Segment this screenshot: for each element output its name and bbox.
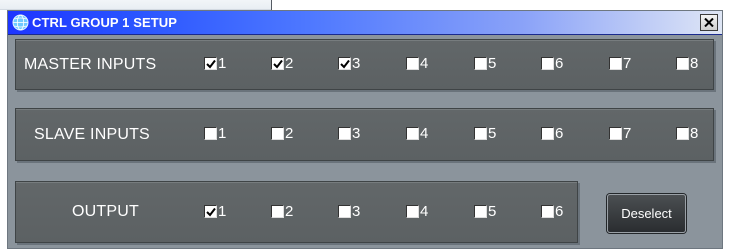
screen: CTRL GROUP 1 SETUP MASTER INPUTS SLAVE I… [0, 0, 731, 249]
output-checkbox-label: 3 [352, 203, 361, 220]
checked-box-icon[interactable] [271, 57, 284, 70]
slave-input-checkbox-label: 8 [690, 125, 699, 142]
unchecked-box-icon[interactable] [271, 127, 284, 140]
output-checkbox-label: 6 [555, 203, 564, 220]
slave-input-checkbox-label: 3 [352, 125, 361, 142]
unchecked-box-icon[interactable] [541, 57, 554, 70]
master-input-checkbox-3[interactable]: 3 [338, 55, 360, 72]
master-input-checkbox-5[interactable]: 5 [474, 55, 496, 72]
unchecked-box-icon[interactable] [406, 57, 419, 70]
unchecked-box-icon[interactable] [474, 127, 487, 140]
output-checkbox-6[interactable]: 6 [541, 203, 563, 220]
slave-input-checkbox-1[interactable]: 1 [204, 125, 226, 142]
master-input-checkbox-7[interactable]: 7 [609, 55, 631, 72]
master-input-checkbox-label: 5 [488, 55, 497, 72]
master-input-checkbox-label: 3 [352, 55, 361, 72]
master-input-checkbox-label: 2 [285, 55, 294, 72]
unchecked-box-icon[interactable] [338, 127, 351, 140]
unchecked-box-icon[interactable] [541, 205, 554, 218]
master-input-checkbox-8[interactable]: 8 [676, 55, 698, 72]
output-checkbox-1[interactable]: 1 [204, 203, 226, 220]
master-input-checkbox-label: 7 [623, 55, 632, 72]
unchecked-box-icon[interactable] [406, 127, 419, 140]
close-x-icon [704, 18, 714, 27]
title-bar[interactable]: CTRL GROUP 1 SETUP [8, 11, 722, 35]
slave-input-checkbox-3[interactable]: 3 [338, 125, 360, 142]
slave-input-checkbox-label: 6 [555, 125, 564, 142]
output-checkbox-label: 2 [285, 203, 294, 220]
slave-input-checkbox-label: 7 [623, 125, 632, 142]
slave-input-checkbox-2[interactable]: 2 [271, 125, 293, 142]
slave-input-checkbox-5[interactable]: 5 [474, 125, 496, 142]
slave-input-checkbox-label: 4 [420, 125, 429, 142]
output-checkbox-4[interactable]: 4 [406, 203, 428, 220]
globe-app-icon [12, 14, 29, 31]
unchecked-box-icon[interactable] [609, 127, 622, 140]
unchecked-box-icon[interactable] [271, 205, 284, 218]
master-input-checkbox-label: 6 [555, 55, 564, 72]
slave-input-checkbox-label: 2 [285, 125, 294, 142]
background-window-edge [0, 0, 271, 10]
unchecked-box-icon[interactable] [676, 57, 689, 70]
output-checkbox-label: 5 [488, 203, 497, 220]
output-checkbox-label: 1 [218, 203, 227, 220]
ctrl-group-setup-dialog: CTRL GROUP 1 SETUP MASTER INPUTS SLAVE I… [7, 10, 723, 249]
unchecked-box-icon[interactable] [338, 205, 351, 218]
slave-input-checkbox-label: 1 [218, 125, 227, 142]
background-divider [271, 0, 272, 10]
window-title: CTRL GROUP 1 SETUP [32, 15, 178, 30]
checked-box-icon[interactable] [204, 57, 217, 70]
unchecked-box-icon[interactable] [676, 127, 689, 140]
unchecked-box-icon[interactable] [204, 127, 217, 140]
checked-box-icon[interactable] [204, 205, 217, 218]
unchecked-box-icon[interactable] [609, 57, 622, 70]
unchecked-box-icon[interactable] [406, 205, 419, 218]
unchecked-box-icon[interactable] [474, 205, 487, 218]
slave-inputs-label: SLAVE INPUTS [34, 125, 150, 143]
master-inputs-label: MASTER INPUTS [24, 55, 157, 73]
master-input-checkbox-6[interactable]: 6 [541, 55, 563, 72]
slave-input-checkbox-6[interactable]: 6 [541, 125, 563, 142]
output-checkbox-3[interactable]: 3 [338, 203, 360, 220]
master-input-checkbox-4[interactable]: 4 [406, 55, 428, 72]
output-checkbox-label: 4 [420, 203, 429, 220]
checked-box-icon[interactable] [338, 57, 351, 70]
master-input-checkbox-1[interactable]: 1 [204, 55, 226, 72]
output-checkbox-2[interactable]: 2 [271, 203, 293, 220]
slave-input-checkbox-label: 5 [488, 125, 497, 142]
close-button[interactable] [700, 14, 718, 31]
output-checkbox-5[interactable]: 5 [474, 203, 496, 220]
slave-input-checkbox-7[interactable]: 7 [609, 125, 631, 142]
master-input-checkbox-label: 8 [690, 55, 699, 72]
master-input-checkbox-label: 1 [218, 55, 227, 72]
slave-input-checkbox-8[interactable]: 8 [676, 125, 698, 142]
unchecked-box-icon[interactable] [474, 57, 487, 70]
slave-input-checkbox-4[interactable]: 4 [406, 125, 428, 142]
output-label: OUTPUT [72, 203, 139, 220]
master-input-checkbox-label: 4 [420, 55, 429, 72]
deselect-button[interactable]: Deselect [607, 194, 686, 233]
master-input-checkbox-2[interactable]: 2 [271, 55, 293, 72]
unchecked-box-icon[interactable] [541, 127, 554, 140]
